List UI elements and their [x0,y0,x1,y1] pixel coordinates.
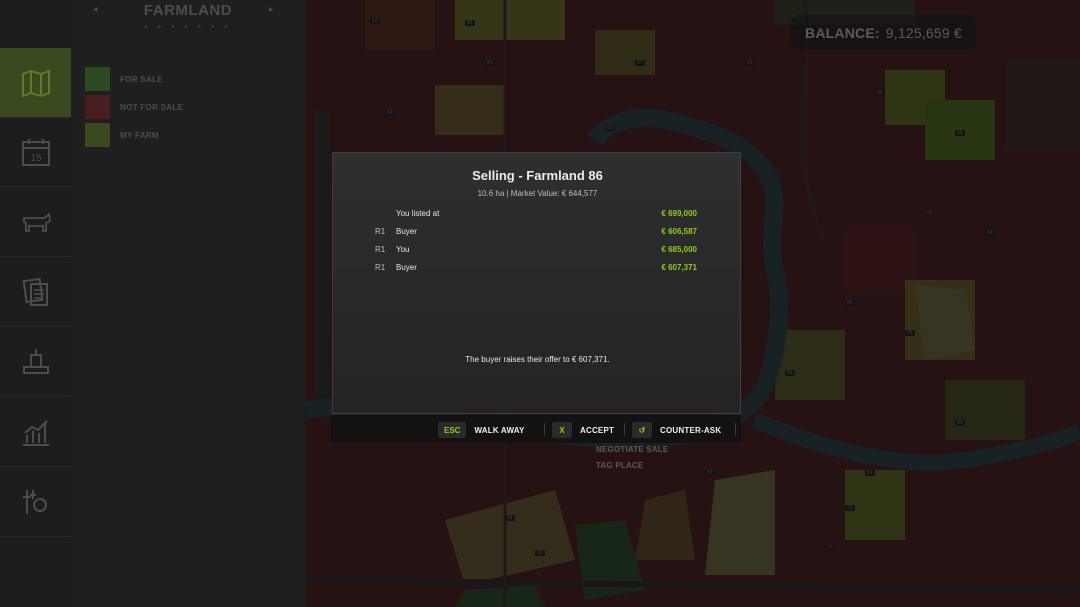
farmland-panel: ◂ FARMLAND ▸ ● ● ● ● ● ● ● FOR SALE NOT … [71,0,305,607]
divider [735,423,736,436]
offer-party: You listed at [396,209,440,218]
svg-text:15: 15 [30,153,42,164]
legend-not-for-sale: NOT FOR SALE [85,95,285,119]
rail-item-animals[interactable] [0,188,71,257]
offer-amount: € 699,000 [661,209,697,218]
rail-item-contracts[interactable] [0,258,71,327]
tag-place-option[interactable]: TAG PLACE [591,458,741,473]
offer-amount: € 685,000 [661,245,697,254]
contracts-icon [22,277,48,306]
negotiation-dialog: Selling - Farmland 86 10.6 ha | Market V… [332,152,741,414]
legend-swatch [85,67,110,91]
counter-key-icon: ↺ [632,422,652,438]
walk-away-button[interactable]: ESC WALK AWAY [438,422,525,438]
calendar-icon: 15 [21,139,50,166]
page-dots: ● ● ● ● ● ● ● [144,24,232,30]
legend-label: NOT FOR SALE [120,102,184,112]
offer-row: R1 You € 685,000 [375,245,697,259]
rail-item-settings[interactable] [0,468,71,537]
offer-party: Buyer [396,263,417,272]
dialog-title: Selling - Farmland 86 [472,168,603,183]
accept-label: ACCEPT [580,425,615,435]
menu-rail: 15 [0,0,78,607]
rail-item-production[interactable] [0,328,71,397]
legend-label: FOR SALE [120,74,163,84]
action-bar: ESC WALK AWAY X ACCEPT ↺ COUNTER-ASK [331,415,741,443]
settings-icon [22,490,47,514]
legend-label: MY FARM [120,130,159,140]
offer-amount: € 606,587 [661,227,697,236]
offer-party: You [396,245,410,254]
cow-icon [22,212,51,232]
stats-icon [22,420,49,446]
x-key: X [552,422,572,438]
offer-amount: € 607,371 [661,263,697,272]
offer-round: R1 [375,263,386,272]
rail-item-calendar[interactable]: 15 [0,118,71,187]
legend-for-sale: FOR SALE [85,67,285,91]
legend-swatch [85,95,110,119]
offer-row: R1 Buyer € 607,371 [375,263,697,277]
divider [624,423,625,436]
offer-round: R1 [375,227,386,236]
legend-swatch [85,123,110,147]
offer-party: Buyer [396,227,417,236]
legend-my-farm: MY FARM [85,123,285,147]
production-icon [22,349,49,374]
accept-button[interactable]: X ACCEPT [552,422,614,438]
dialog-message: The buyer raises their offer to € 607,37… [465,355,610,364]
next-page-button[interactable]: ▸ [269,4,274,15]
balance-display: BALANCE: 9,125,659 € [790,15,977,50]
balance-value: 9,125,659 € [885,24,962,41]
rail-item-map[interactable] [0,48,71,118]
walk-away-label: WALK AWAY [474,425,525,435]
offer-row: You listed at € 699,000 [375,209,697,223]
counter-ask-button[interactable]: ↺ COUNTER-ASK [632,422,721,438]
esc-key: ESC [438,422,467,438]
dialog-subtitle: 10.6 ha | Market Value: € 644,577 [477,189,598,198]
balance-label: BALANCE: [805,24,880,41]
divider [544,423,545,436]
screen: { "panel": { "title": "FARMLAND", "nav_p… [0,0,1080,607]
rail-item-statistics[interactable] [0,398,71,467]
negotiate-sale-option[interactable]: NEGOTIATE SALE [591,442,741,457]
counter-ask-label: COUNTER-ASK [660,425,722,435]
offer-row: R1 Buyer € 606,587 [375,227,697,241]
map-icon [21,69,50,97]
offer-round: R1 [375,245,386,254]
